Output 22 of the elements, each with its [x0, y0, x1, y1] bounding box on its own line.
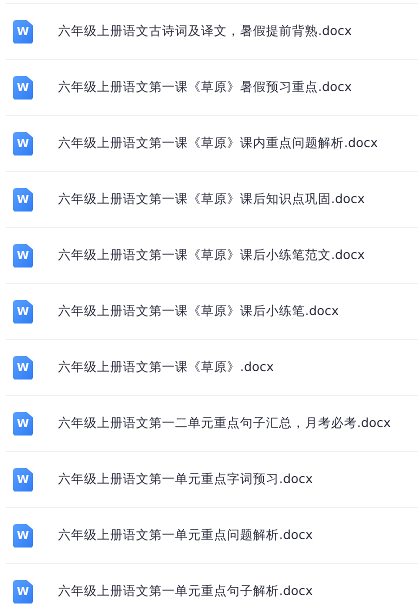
file-name[interactable]: 六年级上册语文第一课《草原》课后小练笔范文.docx [58, 247, 365, 264]
file-name[interactable]: 六年级上册语文第一课《草原》课内重点问题解析.docx [58, 135, 378, 152]
word-file-icon: W [13, 300, 33, 324]
file-name[interactable]: 六年级上册语文古诗词及译文，暑假提前背熟.docx [58, 23, 352, 40]
file-name[interactable]: 六年级上册语文第一课《草原》课后小练笔.docx [58, 303, 339, 320]
word-file-icon: W [13, 580, 33, 604]
file-name[interactable]: 六年级上册语文第一课《草原》.docx [58, 359, 274, 376]
file-name[interactable]: 六年级上册语文第一单元重点字词预习.docx [58, 471, 313, 488]
file-name[interactable]: 六年级上册语文第一课《草原》暑假预习重点.docx [58, 79, 352, 96]
word-file-icon: W [13, 244, 33, 268]
word-file-icon: W [13, 76, 33, 100]
file-name[interactable]: 六年级上册语文第一单元重点问题解析.docx [58, 527, 313, 544]
file-name[interactable]: 六年级上册语文第一课《草原》课后知识点巩固.docx [58, 191, 365, 208]
file-name[interactable]: 六年级上册语文第一二单元重点句子汇总，月考必考.docx [58, 415, 391, 432]
word-file-icon: W [13, 468, 33, 492]
file-name[interactable]: 六年级上册语文第一单元重点句子解析.docx [58, 583, 313, 600]
word-file-icon: W [13, 188, 33, 212]
word-file-icon: W [13, 20, 33, 44]
word-file-icon: W [13, 132, 33, 156]
word-file-icon: W [13, 524, 33, 548]
word-file-icon: W [13, 412, 33, 436]
word-file-icon: W [13, 356, 33, 380]
